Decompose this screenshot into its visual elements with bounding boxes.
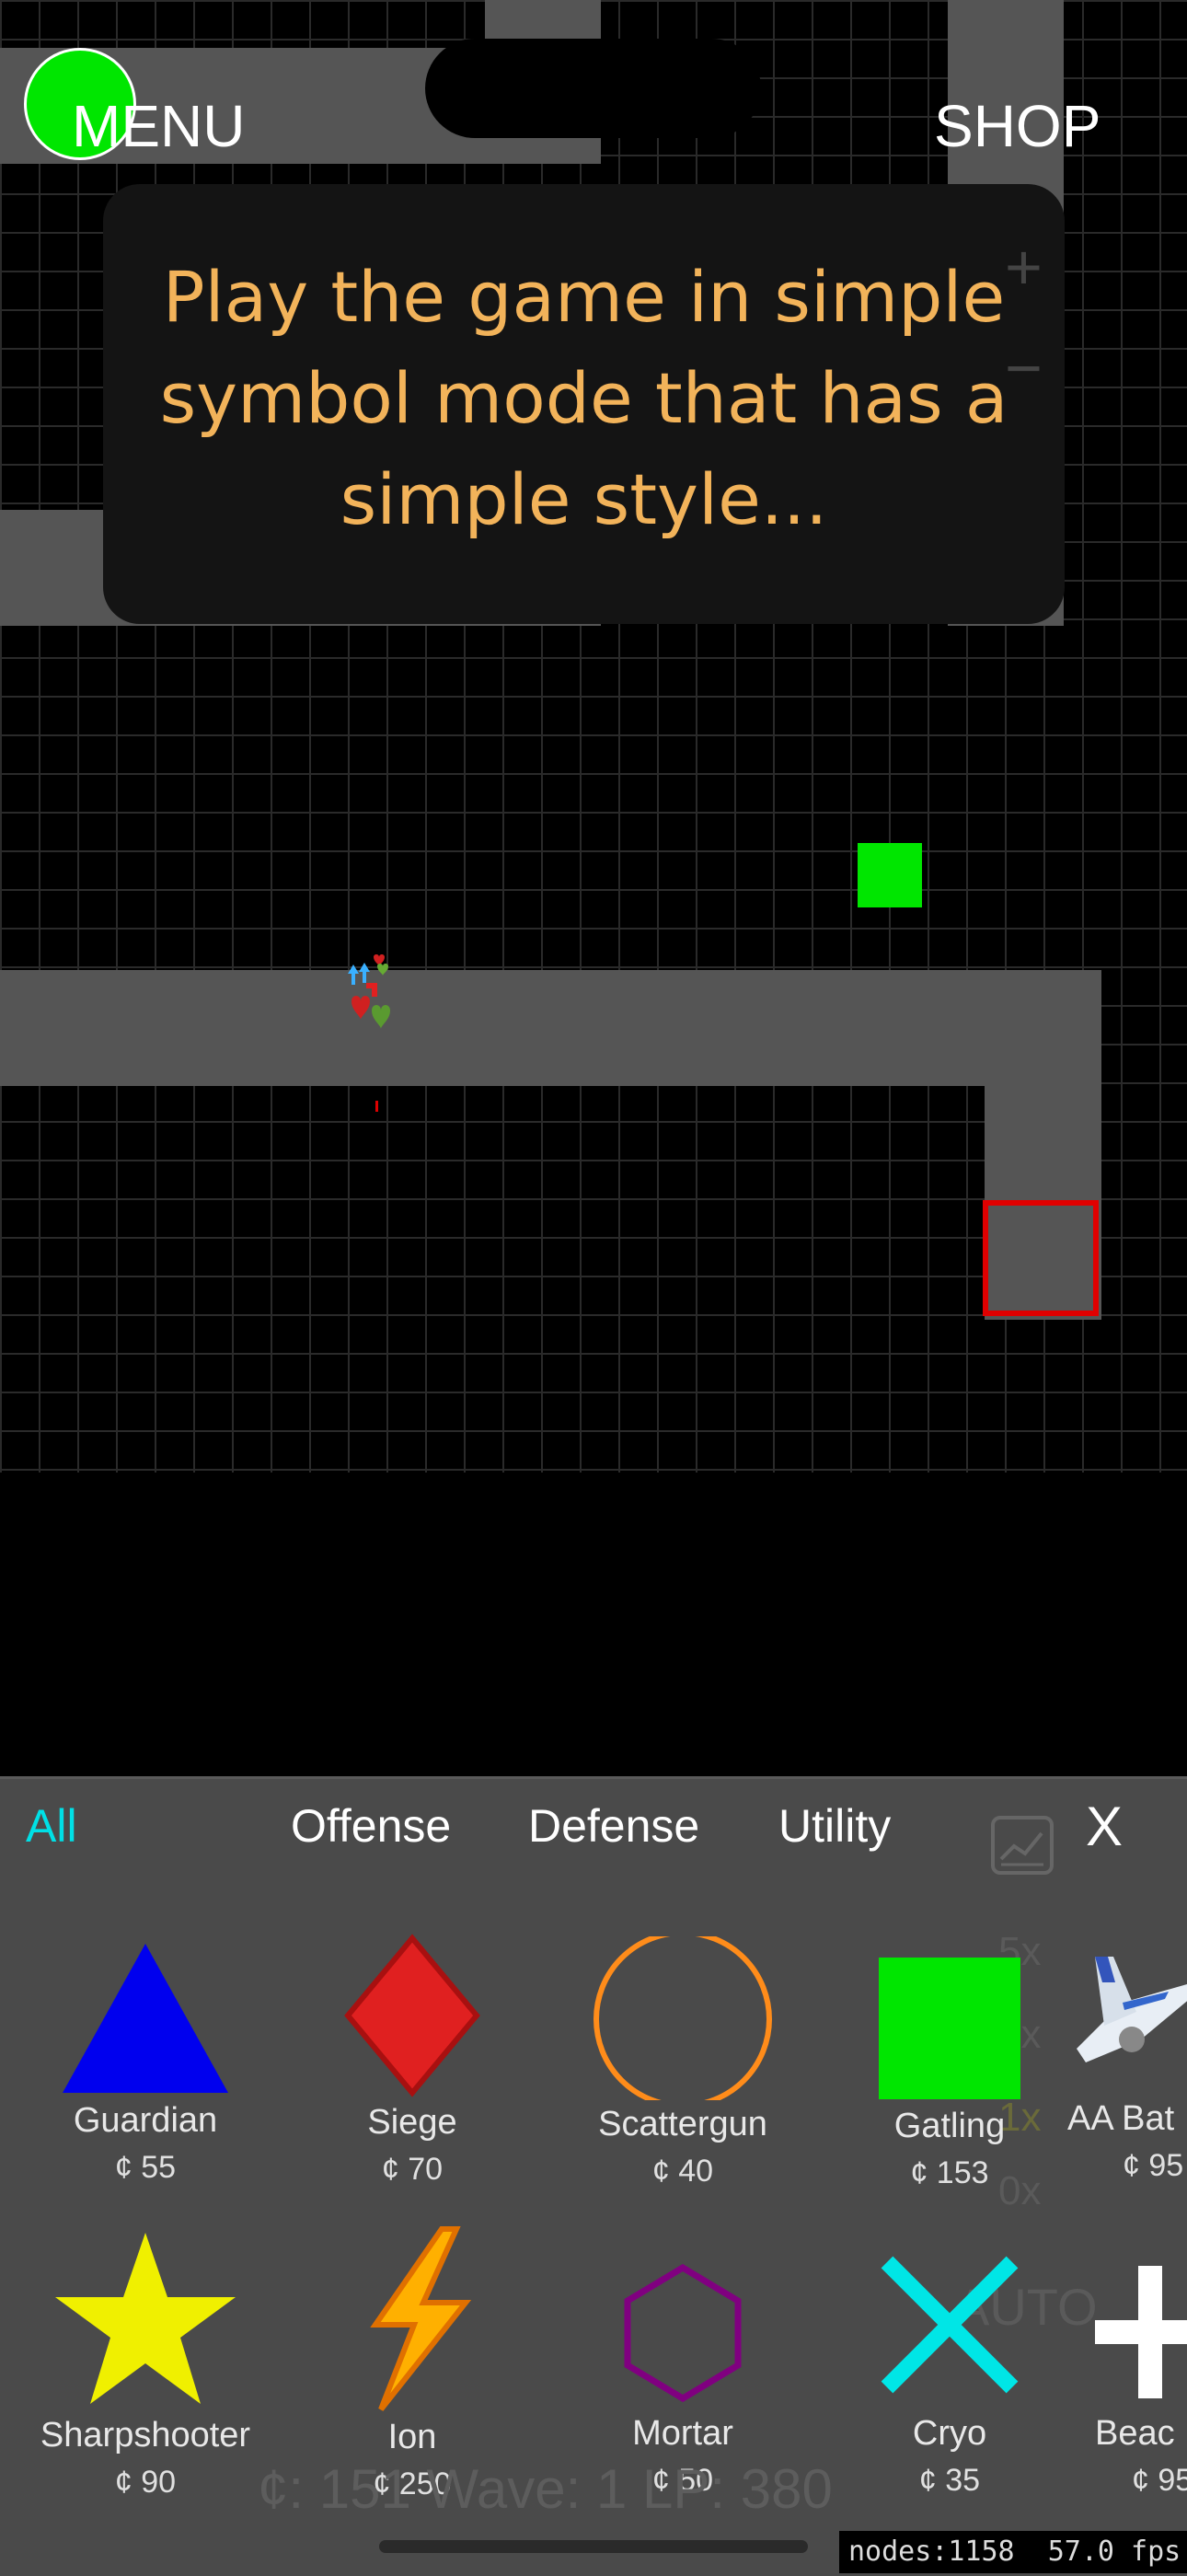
tower-name: Siege	[367, 2103, 457, 2142]
tower-cost: ¢ 70	[381, 2152, 444, 2187]
tab-defense[interactable]: Defense	[528, 1799, 699, 1853]
tower-scattergun[interactable]: Scattergun ¢ 40	[572, 1930, 793, 2189]
tower-name: Mortar	[632, 2414, 733, 2453]
status-bar: ¢: 151 Wave: 1 LP: 380	[258, 2458, 833, 2520]
home-indicator[interactable]	[379, 2540, 808, 2553]
tower-name: Beac	[1095, 2414, 1175, 2453]
circle-icon	[594, 1930, 772, 2108]
shop-button[interactable]: SHOP	[934, 92, 1101, 160]
tower-name: AA Bat	[1067, 2099, 1175, 2138]
tower-cost: ¢ 35	[918, 2463, 981, 2498]
black-blob	[425, 39, 761, 138]
exit-tile	[983, 1200, 1099, 1316]
tower-guardian[interactable]: Guardian ¢ 55	[35, 1940, 256, 2186]
tower-sharpshooter[interactable]: Sharpshooter ¢ 90	[35, 2231, 256, 2501]
tower-name: Scattergun	[598, 2105, 767, 2143]
tower-cost: ¢ 95	[1123, 2148, 1184, 2183]
debug-stats: nodes:1158 57.0 fps	[839, 2531, 1187, 2573]
zoom-in-button[interactable]: +	[1005, 230, 1043, 304]
tower-cost: ¢ 90	[114, 2465, 177, 2500]
tab-offense[interactable]: Offense	[291, 1799, 451, 1853]
x-cross-icon	[881, 2256, 1019, 2394]
tower-cost: ¢ 95	[1132, 2463, 1187, 2498]
gatling-tower[interactable]	[858, 843, 922, 907]
tower-aa-bat[interactable]: AA Bat ¢ 95	[1067, 1938, 1187, 2184]
square-icon	[879, 1958, 1020, 2099]
tower-name: Ion	[387, 2418, 437, 2456]
tower-name: Cryo	[912, 2414, 987, 2453]
tower-cost: ¢ 40	[651, 2154, 714, 2189]
tower-cost: ¢ 55	[114, 2150, 177, 2185]
projectile	[375, 1101, 378, 1112]
star-icon	[55, 2233, 236, 2404]
tip-text: Play the game in simple symbol mode that…	[159, 256, 1008, 540]
arrow-icon	[348, 963, 370, 985]
tower-cost: ¢ 153	[910, 2155, 989, 2190]
plus-icon	[1095, 2266, 1187, 2398]
path-segment	[0, 970, 1101, 1086]
zoom-out-button[interactable]: −	[1005, 331, 1043, 405]
diamond-icon	[344, 1934, 480, 2097]
tab-all[interactable]: All	[26, 1799, 77, 1853]
close-panel-button[interactable]: X	[1086, 1795, 1123, 1858]
enemy-group	[340, 946, 414, 1047]
tab-utility[interactable]: Utility	[778, 1799, 891, 1853]
tower-gatling[interactable]: Gatling ¢ 153	[839, 1955, 1060, 2191]
tower-siege[interactable]: Siege ¢ 70	[302, 1933, 523, 2188]
hexagon-icon	[624, 2263, 742, 2403]
airplane-icon	[1077, 1957, 1187, 2062]
path-segment	[485, 0, 601, 39]
tower-name: Gatling	[893, 2107, 1006, 2145]
tower-cryo[interactable]: Cryo ¢ 35	[839, 2251, 1060, 2499]
triangle-icon	[63, 1944, 228, 2093]
tower-name: Guardian	[73, 2101, 218, 2140]
menu-button[interactable]: MENU	[72, 92, 245, 160]
tower-name: Sharpshooter	[40, 2416, 251, 2455]
chart-icon[interactable]	[990, 1815, 1054, 1876]
lightning-icon	[370, 2226, 472, 2411]
tower-beacon[interactable]: Beac ¢ 95	[1095, 2260, 1187, 2499]
